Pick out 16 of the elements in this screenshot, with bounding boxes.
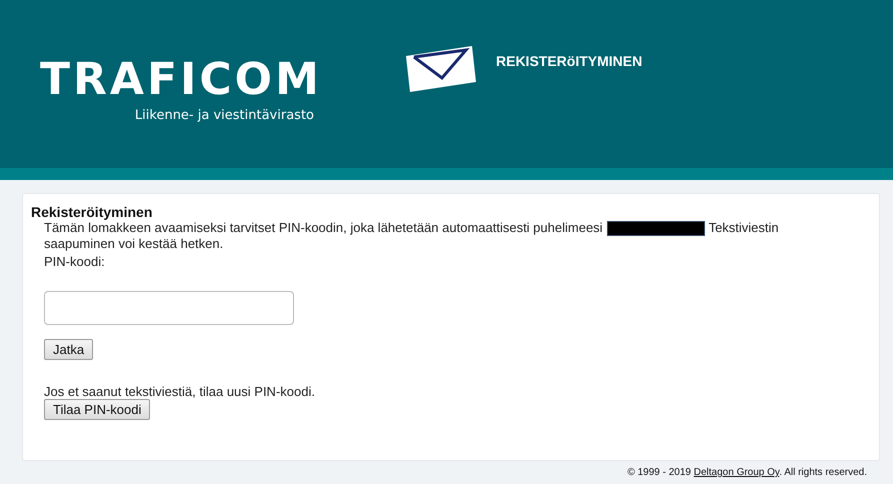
intro-text: Tekstiviestin bbox=[708, 220, 779, 235]
copyright-text: . All rights reserved. bbox=[779, 467, 867, 478]
continue-button[interactable]: Jatka bbox=[44, 339, 94, 360]
logo: TRAFICOM bbox=[40, 58, 322, 102]
order-pin-button[interactable]: Tilaa PIN-koodi bbox=[44, 399, 150, 420]
tagline: Liikenne- ja viestintävirasto bbox=[134, 108, 314, 123]
company-link[interactable]: Deltagon Group Oy bbox=[694, 467, 780, 478]
intro-text: Tämän lomakkeen avaamiseksi tarvitset PIN-koodin, joka lähetetään automaattisesti puhelimeesi bbox=[44, 220, 603, 235]
intro-text: saapuminen voi kestää hetken. bbox=[44, 236, 224, 252]
form-heading: Rekisteröityminen bbox=[31, 204, 154, 220]
pin-label: PIN-koodi: bbox=[44, 254, 106, 270]
resend-text: Jos et saanut tekstiviestiä, tilaa uusi PIN-koodi. bbox=[44, 384, 316, 400]
page-title: REKISTERöITYMINEN bbox=[496, 53, 642, 69]
copyright-text: © 1999 - 2019 bbox=[627, 467, 692, 478]
pin-input[interactable] bbox=[44, 291, 294, 326]
envelope-icon bbox=[404, 44, 476, 94]
